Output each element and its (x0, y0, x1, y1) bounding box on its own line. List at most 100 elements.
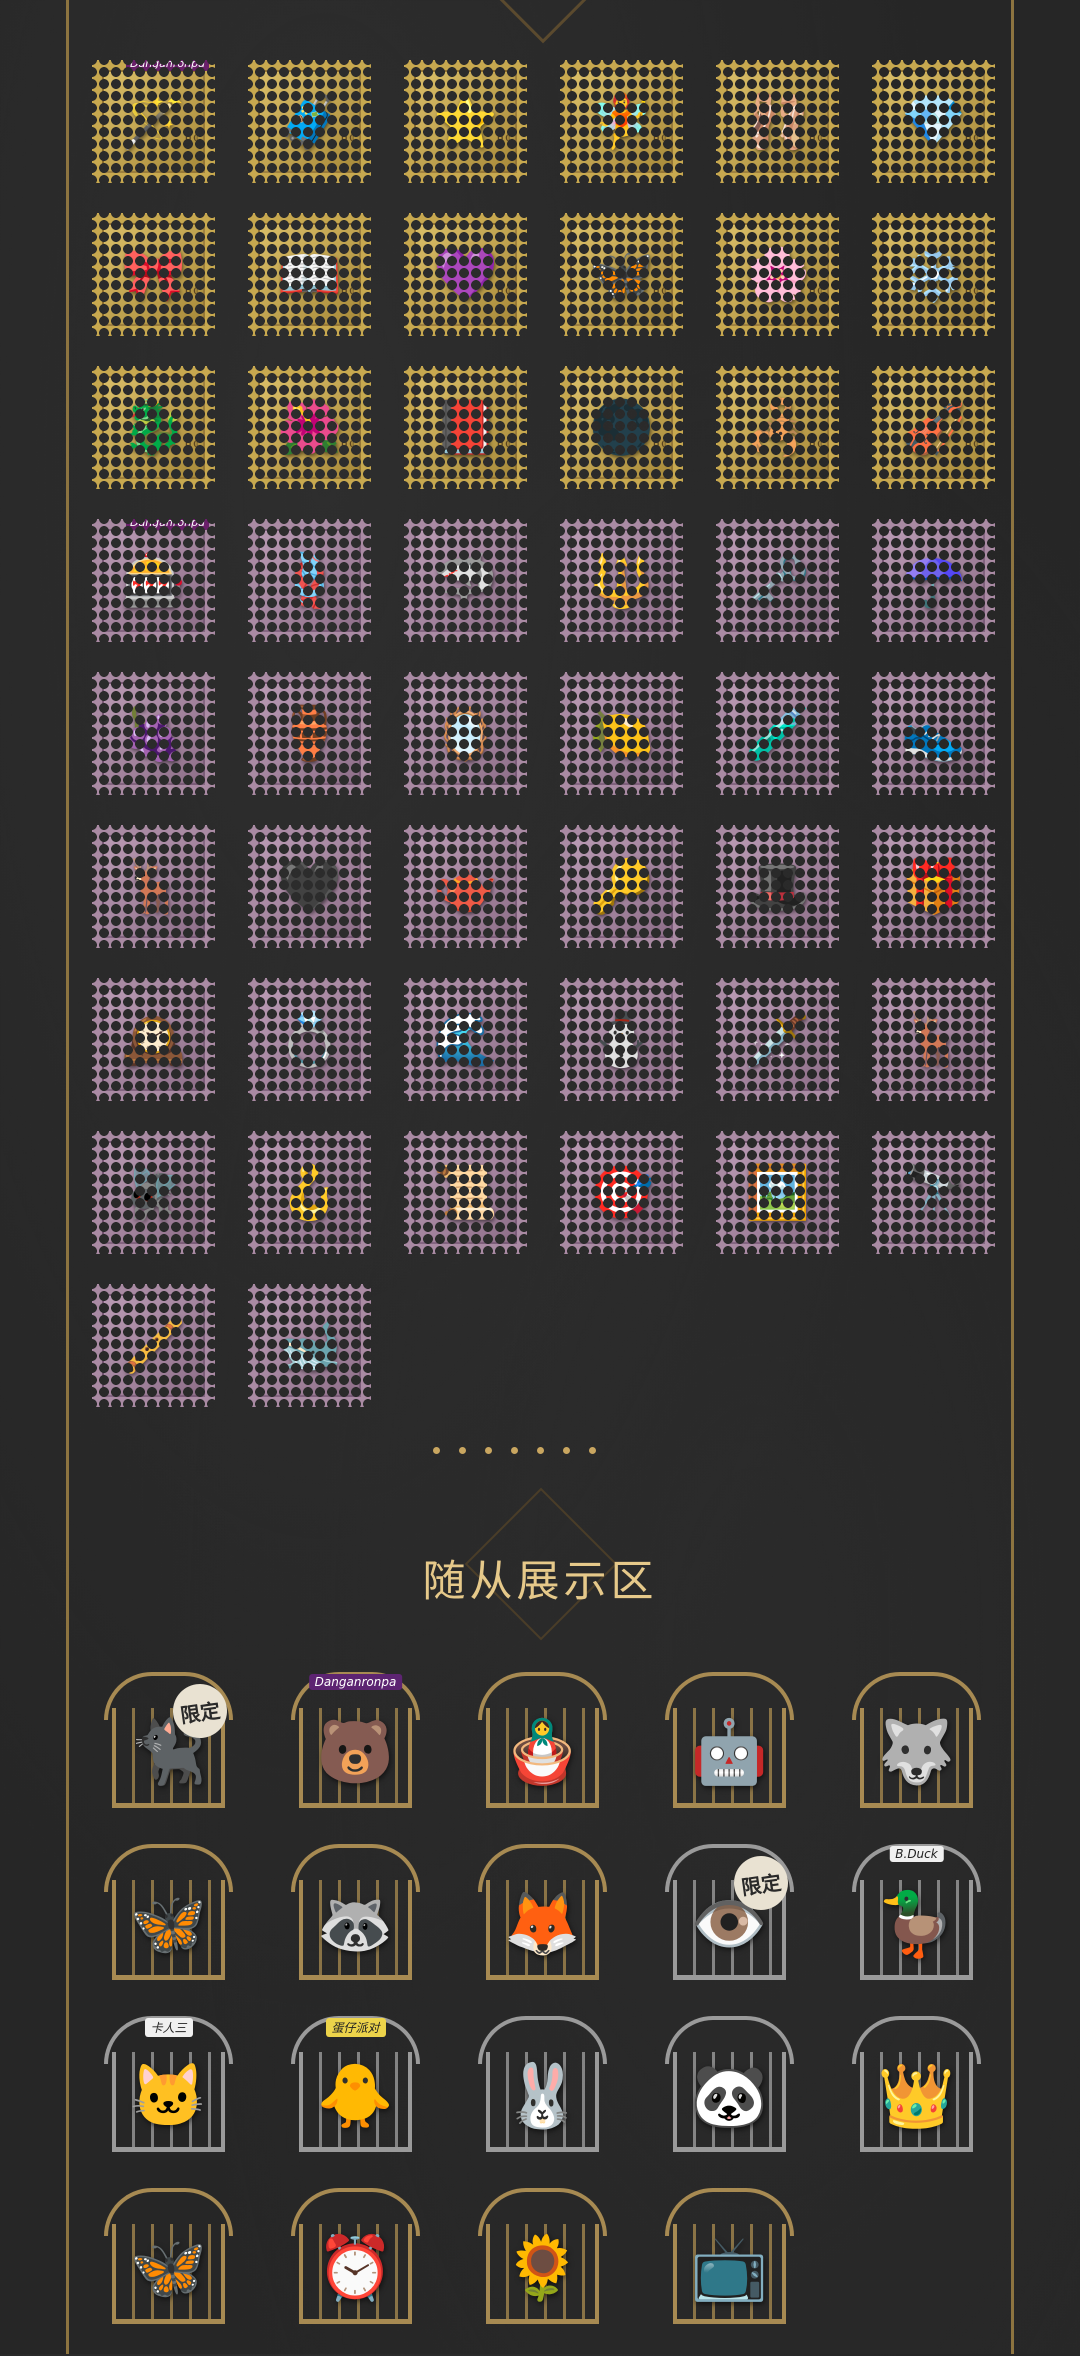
gold-stamp-item[interactable]: 🧚 Ⅱ¢ (560, 60, 683, 183)
purple-stamp-item[interactable]: 🫖 (404, 825, 527, 948)
gold-stamp-item[interactable]: 🎻 Ⅱ¢ (872, 366, 995, 489)
pet-cage-item[interactable]: 🦝 (283, 1840, 428, 1992)
item-icon: 🦌 (901, 1009, 966, 1070)
pet-cage-item[interactable]: 🦋 (96, 1840, 241, 1992)
pet-cage-item[interactable]: 🦊 (470, 1840, 615, 1992)
purple-stamp-item[interactable]: ⛄ (560, 978, 683, 1101)
item-icon: 🪈 (121, 1315, 186, 1376)
purple-stamp-item[interactable]: 🎁 (872, 825, 995, 948)
pet-cage-item[interactable]: 🦋 (96, 2184, 241, 2336)
purple-stamp-item[interactable]: 👟 (872, 672, 995, 795)
purple-stamp-item[interactable]: 🖼️ (716, 1131, 839, 1254)
item-icon: 🎁 (901, 856, 966, 917)
pet-cage-item[interactable]: 🌻 (470, 2184, 615, 2336)
stamp-denomination: Ⅱ¢ (339, 283, 357, 298)
purple-stamp-item[interactable]: 🕰️ (92, 978, 215, 1101)
pet-icon: 🐺 (877, 1715, 956, 1788)
pet-cage-item[interactable]: 👁️ 限定 (657, 1840, 802, 1992)
purple-stamp-item[interactable]: 🔑 (560, 825, 683, 948)
purple-stamp-item[interactable]: 🎯 (560, 1131, 683, 1254)
purple-stamp-item[interactable]: 🪈 (92, 1284, 215, 1407)
pet-cage-item[interactable]: 🤖 (657, 1668, 802, 1820)
pet-icon: 🐱 (129, 2059, 208, 2132)
pet-cage-item[interactable]: 🐈‍⬛ 限定 (96, 1668, 241, 1820)
purple-stamp-item[interactable]: 🔭 (872, 1131, 995, 1254)
purple-stamp-item[interactable]: 🦌 (92, 825, 215, 948)
purple-stamp-item[interactable]: 🪢 (248, 519, 371, 642)
purple-stamp-item[interactable]: 🐋 (248, 1284, 371, 1407)
gold-stamp-item[interactable]: 🌸 Ⅱ¢ (716, 213, 839, 336)
stamp-row: 🕰️ 💍 🌊 ⛄ 🗡️ 🦌 (92, 978, 995, 1101)
gold-stamp-item[interactable]: 🐉 Ⅱ¢ (92, 366, 215, 489)
gold-stamp-item[interactable]: 🦋 Ⅱ¢ (560, 213, 683, 336)
gold-stamp-item[interactable]: 📕 Ⅱ¢ (404, 366, 527, 489)
purple-stamp-item[interactable]: 🗡️ (716, 978, 839, 1101)
item-icon: 🐉 (121, 397, 186, 458)
pet-cage-item[interactable]: 🐻 Danganronpa (283, 1668, 428, 1820)
gold-stamp-item[interactable]: ⭐ Ⅱ¢ (404, 60, 527, 183)
purple-stamp-item[interactable]: 💍 (248, 978, 371, 1101)
collection-stamp-grid: 🪄 Ⅱ¢ Danganronpa 🧳 Ⅱ¢ ⭐ Ⅱ¢ 🧚 Ⅱ¢ 🩰 Ⅱ¢ 💎 Ⅱ¢ 🎀 Ⅱ¢ 📖 Ⅱ¢ 💜 Ⅱ¢ 🦋 Ⅱ… (92, 56, 995, 1437)
purple-stamp-item[interactable]: 🗝️ (716, 519, 839, 642)
stamp-denomination: Ⅱ¢ (807, 130, 825, 145)
pet-icon: 🐥 (316, 2059, 395, 2132)
item-icon: 🪝 (277, 1162, 342, 1223)
pet-cage-item[interactable]: 👑 (844, 2012, 989, 2164)
pet-cage-item[interactable]: 🐼 (657, 2012, 802, 2164)
purple-stamp-item[interactable]: ☂️ (872, 519, 995, 642)
pet-cage-item[interactable]: 📺 (657, 2184, 802, 2336)
gold-stamp-item[interactable]: 💎 Ⅱ¢ (872, 60, 995, 183)
item-icon: 🌸 (745, 244, 810, 305)
gold-stamp-item[interactable]: 🦂 Ⅱ¢ (716, 366, 839, 489)
item-icon: 💜 (433, 244, 498, 305)
pet-cage-item[interactable]: ⏰ (283, 2184, 428, 2336)
item-icon: 🦋 (589, 244, 654, 305)
stamp-row: 🐉 Ⅱ¢ 🌺 Ⅱ¢ 📕 Ⅱ¢ 🌑 Ⅱ¢ 🦂 Ⅱ¢ 🎻 Ⅱ¢ (92, 366, 995, 489)
pet-cage-item[interactable]: 🐺 (844, 1668, 989, 1820)
stamp-denomination: Ⅱ¢ (339, 436, 357, 451)
purple-stamp-item[interactable]: 🪰 (92, 1131, 215, 1254)
gold-stamp-item[interactable]: 🎀 Ⅱ¢ (92, 213, 215, 336)
stamp-denomination: Ⅱ¢ (651, 130, 669, 145)
gold-stamp-item[interactable]: ❄️ Ⅱ¢ (872, 213, 995, 336)
gold-stamp-item[interactable]: 💜 Ⅱ¢ (404, 213, 527, 336)
purple-stamp-item[interactable]: 📜 (404, 1131, 527, 1254)
purple-stamp-item[interactable]: 🪝 (248, 1131, 371, 1254)
pet-cage-item[interactable]: 🐥 蛋仔派对 (283, 2012, 428, 2164)
pet-cage-item[interactable]: 🦆 B.Duck (844, 1840, 989, 1992)
pet-icon: 📺 (690, 2231, 769, 2304)
collab-badge: Danganronpa (126, 515, 209, 530)
gold-stamp-item[interactable]: 🩰 Ⅱ¢ (716, 60, 839, 183)
gold-stamp-item[interactable]: 🪄 Ⅱ¢ Danganronpa (92, 56, 215, 183)
purple-stamp-item[interactable]: 🪞 (404, 672, 527, 795)
gold-stamp-item[interactable]: 📖 Ⅱ¢ (248, 213, 371, 336)
item-icon: 🦌 (121, 856, 186, 917)
stamp-denomination: Ⅱ¢ (963, 283, 981, 298)
purple-stamp-item[interactable]: 🧪 (716, 672, 839, 795)
pet-cage-item[interactable]: 🐰 (470, 2012, 615, 2164)
purple-stamp-item[interactable]: 🎰 Danganronpa (92, 515, 215, 642)
purple-stamp-item[interactable]: 🦌 (872, 978, 995, 1101)
purple-stamp-item[interactable]: 🌊 (404, 978, 527, 1101)
gold-stamp-item[interactable]: 🌑 Ⅱ¢ (560, 366, 683, 489)
purple-stamp-item[interactable]: 🖤 (248, 825, 371, 948)
purple-stamp-item[interactable]: 🎩 (716, 825, 839, 948)
purple-stamp-item[interactable]: 🍇 (92, 672, 215, 795)
pet-cage-item[interactable]: 🐱 卡人三 (96, 2012, 241, 2164)
purple-stamp-item[interactable]: 🦈 (404, 519, 527, 642)
gold-stamp-item[interactable]: 🌺 Ⅱ¢ (248, 366, 371, 489)
purple-stamp-item[interactable]: 🔱 (560, 519, 683, 642)
pet-icon: 🦊 (503, 1887, 582, 1960)
item-icon: 🕰️ (121, 1009, 186, 1070)
item-icon: 🦈 (433, 550, 498, 611)
gold-stamp-item[interactable]: 🧳 Ⅱ¢ (248, 60, 371, 183)
pet-row: 🐱 卡人三 🐥 蛋仔派对 🐰 🐼 👑 (96, 2012, 989, 2164)
pet-icon: 🦋 (129, 1887, 208, 1960)
item-icon: 🧳 (277, 91, 342, 152)
stamp-row: 🪈 🐋 (92, 1284, 992, 1407)
pet-cage-item[interactable]: 🪆 (470, 1668, 615, 1820)
purple-stamp-item[interactable]: 🏺 (248, 672, 371, 795)
purple-stamp-item[interactable]: 🍋 (560, 672, 683, 795)
divider-dot (563, 1447, 570, 1454)
item-icon: 🔱 (589, 550, 654, 611)
